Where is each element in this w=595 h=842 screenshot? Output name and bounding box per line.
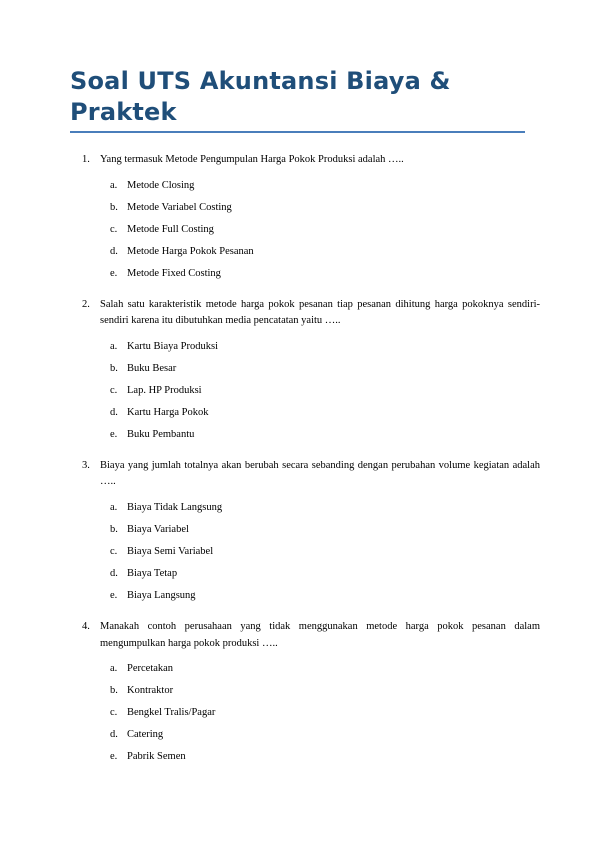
option-letter: c. [110, 707, 118, 719]
option-text: Percetakan [127, 663, 174, 675]
option-text: Metode Variabel Costing [127, 201, 232, 213]
option-item[interactable]: d. Kartu Harga Pokok [0, 405, 595, 427]
option-letter: e. [110, 751, 118, 763]
option-item[interactable]: a. Metode Closing [0, 178, 595, 200]
option-text: Bengkel Tralis/Pagar [127, 707, 216, 719]
option-text: Biaya Langsung [127, 589, 196, 601]
option-item[interactable]: c. Lap. HP Produksi [0, 383, 595, 405]
question-stem-text: Yang termasuk Metode Pengumpulan Harga P… [100, 154, 404, 165]
option-letter: b. [110, 523, 118, 535]
option-item[interactable]: e. Pabrik Semen [0, 749, 595, 771]
option-letter: b. [110, 362, 118, 374]
option-item[interactable]: e. Metode Fixed Costing [0, 266, 595, 288]
option-text: Buku Besar [127, 362, 177, 374]
option-item[interactable]: b. Buku Besar [0, 361, 595, 383]
option-text: Biaya Tetap [127, 567, 178, 579]
option-letter: a. [110, 501, 118, 513]
option-list: a. Kartu Biaya Produksi b. Buku Besar c. Lap.… [0, 339, 595, 449]
question-stem-text: Manakah contoh perusahaan yang tidak men… [100, 620, 540, 649]
option-item[interactable]: d. Catering [0, 727, 595, 749]
question-number: 2. [82, 298, 90, 310]
option-text: Pabrik Semen [127, 751, 186, 763]
option-text: Biaya Semi Variabel [127, 545, 214, 557]
option-letter: d. [110, 729, 118, 741]
option-text: Buku Pembantu [127, 428, 195, 440]
title-underline-rule [70, 131, 525, 133]
option-text: Metode Harga Pokok Pesanan [127, 245, 254, 257]
option-text: Catering [127, 729, 164, 741]
option-item[interactable]: e. Biaya Langsung [0, 588, 595, 610]
option-letter: a. [110, 340, 118, 352]
option-letter: d. [110, 406, 118, 418]
document-page: Soal UTS Akuntansi Biaya & Praktek 1. Yan… [0, 0, 595, 842]
option-list: a. Metode Closing b. Metode Variabel Costin… [0, 178, 595, 288]
option-text: Lap. HP Produksi [127, 384, 202, 396]
option-letter: e. [110, 589, 118, 601]
question-stem: 1. Yang termasuk Metode Pengumpulan Harga… [0, 152, 595, 169]
option-letter: c. [110, 223, 118, 235]
option-text: Biaya Tidak Langsung [127, 501, 223, 513]
option-item[interactable]: d. Metode Harga Pokok Pesanan [0, 244, 595, 266]
option-item[interactable]: e. Buku Pembantu [0, 427, 595, 449]
option-letter: d. [110, 245, 118, 257]
option-text: Metode Closing [127, 179, 195, 191]
option-list: a. Biaya Tidak Langsung b. Biaya Variabel c.… [0, 500, 595, 610]
question-stem: 2. Salah satu karakteristik metode harga … [0, 297, 595, 330]
option-text: Kontraktor [127, 685, 174, 697]
option-item[interactable]: c. Bengkel Tralis/Pagar [0, 705, 595, 727]
question-number: 4. [82, 620, 90, 632]
option-letter: c. [110, 545, 118, 557]
option-text: Kartu Harga Pokok [127, 406, 209, 418]
option-list: a. Percetakan b. Kontraktor c. Bengkel Tralis… [0, 661, 595, 771]
question-block: 1. Yang termasuk Metode Pengumpulan Harga… [0, 152, 595, 297]
option-letter: b. [110, 685, 118, 697]
questions-container: 1. Yang termasuk Metode Pengumpulan Harga… [0, 152, 595, 780]
option-letter: d. [110, 567, 118, 579]
option-letter: a. [110, 179, 118, 191]
option-letter: c. [110, 384, 118, 396]
option-item[interactable]: b. Biaya Variabel [0, 522, 595, 544]
option-item[interactable]: d. Biaya Tetap [0, 566, 595, 588]
option-item[interactable]: a. Kartu Biaya Produksi [0, 339, 595, 361]
option-item[interactable]: b. Kontraktor [0, 683, 595, 705]
option-letter: a. [110, 663, 118, 675]
page-title: Soal UTS Akuntansi Biaya & Praktek [70, 67, 451, 126]
question-block: 4. Manakah contoh perusahaan yang tidak m… [0, 619, 595, 780]
option-item[interactable]: b. Metode Variabel Costing [0, 200, 595, 222]
question-stem: 4. Manakah contoh perusahaan yang tidak m… [0, 619, 595, 652]
option-item[interactable]: c. Biaya Semi Variabel [0, 544, 595, 566]
option-text: Biaya Variabel [127, 523, 189, 535]
option-letter: b. [110, 201, 118, 213]
question-stem-text: Salah satu karakteristik metode harga po… [100, 298, 540, 327]
option-text: Kartu Biaya Produksi [127, 340, 218, 352]
question-stem-text: Biaya yang jumlah totalnya akan berubah … [100, 459, 540, 488]
option-text: Metode Fixed Costing [127, 267, 221, 279]
option-item[interactable]: c. Metode Full Costing [0, 222, 595, 244]
option-letter: e. [110, 428, 118, 440]
option-item[interactable]: a. Biaya Tidak Langsung [0, 500, 595, 522]
question-block: 2. Salah satu karakteristik metode harga … [0, 297, 595, 458]
question-block: 3. Biaya yang jumlah totalnya akan beruba… [0, 458, 595, 619]
question-stem: 3. Biaya yang jumlah totalnya akan beruba… [0, 458, 595, 491]
option-letter: e. [110, 267, 118, 279]
option-item[interactable]: a. Percetakan [0, 661, 595, 683]
option-text: Metode Full Costing [127, 223, 214, 235]
question-number: 1. [82, 154, 90, 165]
question-number: 3. [82, 459, 90, 471]
